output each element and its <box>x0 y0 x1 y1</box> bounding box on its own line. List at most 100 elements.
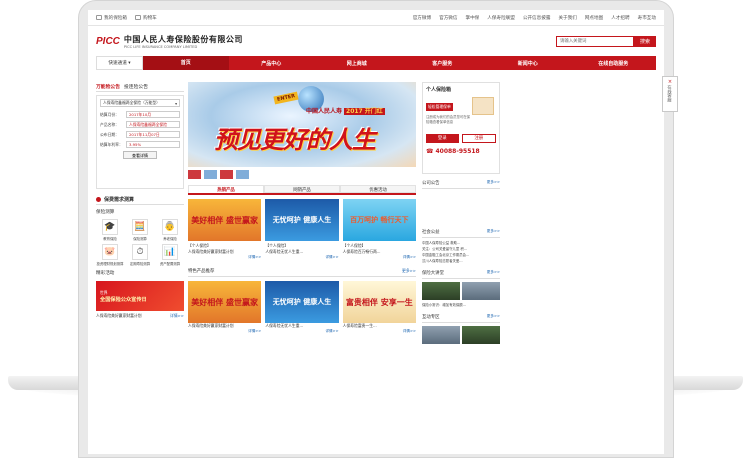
weibo-link[interactable]: 官方微博 <box>413 15 431 21</box>
cart-icon <box>134 15 141 20</box>
site-header: PICC 中国人民人寿保险股份有限公司 PICC LIFE INSURANCE … <box>88 26 664 56</box>
search-button[interactable]: 搜索 <box>634 35 656 47</box>
tab-promotions[interactable]: 优惠活动 <box>340 185 416 193</box>
hot-product-cards: 美好相伴 盛世赢家 【个人保险】 人保寿险美好赢家财富计划 详情>> 无忧呵护 … <box>188 199 416 260</box>
tab-online-products[interactable]: 网销产品 <box>264 185 340 193</box>
product-card[interactable]: 百万呵护 畅行天下 【个人保险】 人保寿险百万畅行两... 详情>> <box>342 199 416 260</box>
enter-badge: ENTER <box>273 91 299 105</box>
nav-mall[interactable]: 网上商城 <box>314 60 400 67</box>
product-card[interactable]: 无忧呵护 健康人生 【个人保险】 人保寿险无忧人生重... 详情>> <box>265 199 339 260</box>
promo-more-link[interactable]: 详情>> <box>170 313 184 319</box>
field-annual-rate: 结算年利率： 3.95% <box>100 141 180 148</box>
needs-section-title: 保费需求测算 <box>96 195 184 205</box>
hero-banner[interactable]: ENTER 中国人民人寿 2017 开门红 预见更好的人生 <box>188 82 416 167</box>
announcements-header: 公司公告 更多>> <box>422 180 500 189</box>
nav-self-service[interactable]: 在线自助服务 <box>571 60 657 67</box>
product-card[interactable]: 富贵相伴 安享一生 人保寿险富贵一生... 详情>> <box>342 281 416 334</box>
banner-subtitle: 中国人民人寿 2017 开门红 <box>306 108 385 115</box>
event-promo-banner[interactable]: 世界 全国保险公众宣传日 <box>96 281 184 311</box>
about-link[interactable]: 关于我们 <box>558 15 576 21</box>
calc-education[interactable]: 🎓 教育保险 <box>96 219 124 241</box>
product-tabs: 热销产品 网销产品 优惠活动 <box>188 185 416 195</box>
chevron-down-icon: ▾ <box>175 100 177 106</box>
classroom-more-link[interactable]: 更多>> <box>487 270 500 278</box>
gift-box-icon <box>472 97 494 115</box>
branch-map-link[interactable]: 网点地图 <box>585 15 603 21</box>
account-title: 个人保险箱 <box>426 87 452 93</box>
online-service-label: 在线客服 <box>667 85 673 102</box>
details-link[interactable]: 详情>> <box>188 255 261 260</box>
details-link[interactable]: 详情>> <box>188 329 261 334</box>
mobile-link[interactable]: 掌中保 <box>465 15 479 21</box>
search-input[interactable] <box>556 35 634 47</box>
details-link[interactable]: 详情>> <box>343 255 416 260</box>
tab-universal-notice[interactable]: 万能险公告 <box>96 83 120 90</box>
field-publish-date: 公布日期： 2017年11月07日 <box>100 131 180 138</box>
middle-column: ENTER 中国人民人寿 2017 开门红 预见更好的人生 热销产品 网销产品 优… <box>188 82 416 334</box>
interactive-photo[interactable] <box>422 326 460 344</box>
calc-term-life[interactable]: ⏱ 定期寿险测算 <box>126 244 154 266</box>
featured-more-link[interactable]: 更多>> <box>402 268 416 276</box>
banner-thumb-4[interactable] <box>236 170 249 179</box>
nav-news[interactable]: 新闻中心 <box>485 60 571 67</box>
field-product-name: 产品名称： 人保寿险鑫福两全保险 <box>100 121 180 128</box>
interactive-photos <box>422 326 500 344</box>
company-name-en: PICC LIFE INSURANCE COMPANY LIMITED <box>123 44 198 49</box>
calc-investment[interactable]: 🐷 投资理财规划测算 <box>96 244 124 266</box>
classroom-photo[interactable] <box>422 282 460 300</box>
banner-thumb-3[interactable] <box>220 170 233 179</box>
right-column: 个人保险箱 轻松管理保单 注册成为我们的会员您可在保险箱查看保单信息 登录 注册… <box>422 82 500 344</box>
community-more-link[interactable]: 更多>> <box>487 229 500 237</box>
product-image: 富贵相伴 安享一生 <box>342 281 416 323</box>
banner-thumb-2[interactable] <box>204 170 217 179</box>
product-image: 百万呵护 畅行天下 <box>342 199 416 241</box>
list-item[interactable]: 汶川人保寿险志愿者关爱... <box>422 258 500 264</box>
calc-insurance[interactable]: 🧮 保险测算 <box>126 219 154 241</box>
company-logo[interactable]: PICC 中国人民人寿保险股份有限公司 PICC LIFE INSURANCE … <box>96 34 243 49</box>
graduation-cap-icon: 🎓 <box>102 219 118 235</box>
elderly-icon: 👵 <box>162 219 178 235</box>
product-card[interactable]: 美好相伴 盛世赢家 人保寿险美好赢家财富计划 详情>> <box>188 281 262 334</box>
product-card[interactable]: 美好相伴 盛世赢家 【个人保险】 人保寿险美好赢家财富计划 详情>> <box>188 199 262 260</box>
main-nav: 快速通道 ▾ 首页 产品中心 网上商城 客户服务 新闻中心 在线自助服务 <box>96 56 656 70</box>
browser-screen: 我的保险箱 购物车 官方微博 官方微信 掌中保 人保寿险联盟 公开信息披露 关于… <box>88 10 664 454</box>
nav-products[interactable]: 产品中心 <box>229 60 315 67</box>
view-details-button[interactable]: 查看详情 <box>123 151 157 159</box>
classroom-photo[interactable] <box>462 282 500 300</box>
login-button[interactable]: 登录 <box>426 134 459 144</box>
rate-query-box: 人保寿险鑫福两全保险（万能型） ▾ 结算月份： 2017年10月 产品名称： 人保寿险… <box>96 95 184 189</box>
interactive-more-link[interactable]: 更多>> <box>487 314 500 322</box>
calc-pension[interactable]: 👵 养老保险 <box>156 219 184 241</box>
calc-asset[interactable]: 📊 资产配置测算 <box>156 244 184 266</box>
disclosure-link[interactable]: 公开信息披露 <box>523 15 551 21</box>
announcements-more-link[interactable]: 更多>> <box>487 180 500 188</box>
classroom-news[interactable]: 保险小常识：增加有效保额... <box>422 302 500 308</box>
company-name-cn: 中国人民人寿保险股份有限公司 <box>123 34 243 44</box>
nav-home[interactable]: 首页 <box>143 56 229 70</box>
product-select[interactable]: 人保寿险鑫福两全保险（万能型） ▾ <box>100 99 180 107</box>
calculator-grid: 🎓 教育保险 🧮 保险测算 👵 养老保险 🐷 投资理财规划测算 ⏱ 定期寿险测算 📊 资产配… <box>96 219 184 266</box>
details-link[interactable]: 详情>> <box>265 329 338 334</box>
wechat-link[interactable]: 官方微信 <box>439 15 457 21</box>
details-link[interactable]: 详情>> <box>265 255 338 260</box>
tab-hot-products[interactable]: 热销产品 <box>188 185 264 193</box>
service-hotline: ☎ 40088-95518 <box>426 148 480 156</box>
phone-icon: ☎ <box>426 148 434 156</box>
register-button[interactable]: 注册 <box>461 134 496 144</box>
interactive-link[interactable]: 寿市互动 <box>638 15 656 21</box>
jobs-link[interactable]: 人才招聘 <box>611 15 629 21</box>
bullet-icon <box>96 197 101 202</box>
account-badge: 轻松管理保单 <box>426 103 453 111</box>
details-link[interactable]: 详情>> <box>343 329 416 334</box>
product-card[interactable]: 无忧呵护 健康人生 人保寿险无忧人生重... 详情>> <box>265 281 339 334</box>
alliance-link[interactable]: 人保寿险联盟 <box>487 15 515 21</box>
online-service-float[interactable]: × 在线客服 <box>662 76 678 112</box>
tab-investment-notice[interactable]: 投连险公告 <box>124 83 148 90</box>
banner-headline: 预见更好的人生 <box>214 126 376 154</box>
banner-thumb-1[interactable] <box>188 170 201 179</box>
cart-link[interactable]: 购物车 <box>134 15 157 21</box>
my-insurance-box-link[interactable]: 我的保险箱 <box>96 15 127 21</box>
interactive-photo[interactable] <box>462 326 500 344</box>
nav-customer-service[interactable]: 客户服务 <box>400 60 486 67</box>
quick-access-dropdown[interactable]: 快速通道 ▾ <box>96 56 143 70</box>
